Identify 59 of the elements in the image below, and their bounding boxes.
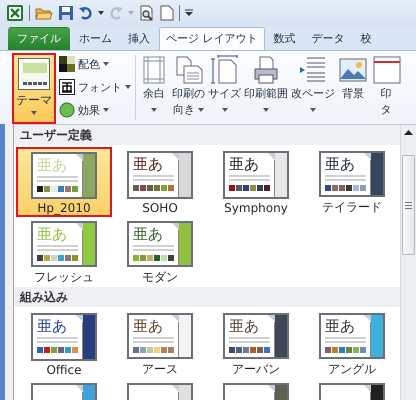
fonts-button[interactable]: フォント xyxy=(57,76,133,98)
theme-item[interactable]: 亜あ アングル xyxy=(304,309,400,379)
print-area-button[interactable]: 印刷範囲 xyxy=(243,51,289,124)
ribbon-tab[interactable]: 校 xyxy=(354,27,378,50)
theme-preview: 亜あ xyxy=(223,151,289,199)
document-icon[interactable] xyxy=(160,5,174,21)
theme-item[interactable]: 亜あ フレッシュ xyxy=(16,217,112,287)
theme-item[interactable]: 亜あ アース xyxy=(112,309,208,379)
scrollbar[interactable] xyxy=(400,125,416,400)
caret-icon xyxy=(103,62,109,66)
theme-preview: 亜あ xyxy=(223,313,289,359)
background-button[interactable]: 背景 xyxy=(337,51,369,124)
caret-icon xyxy=(103,108,109,112)
size-icon xyxy=(210,55,240,85)
ribbon-tab[interactable]: ページ レイアウト xyxy=(159,27,264,50)
orientation-icon xyxy=(174,55,204,85)
save-icon[interactable] xyxy=(58,5,74,21)
caret-icon xyxy=(31,111,37,115)
theme-item[interactable]: 亜あ Hp_2010 xyxy=(16,147,112,217)
effects-button[interactable]: 効果 xyxy=(57,99,133,121)
themes-button[interactable]: テーマ xyxy=(12,53,56,124)
theme-preview: 亜あ xyxy=(319,313,385,359)
ribbon-tab[interactable]: 挿入 xyxy=(121,27,157,50)
orientation-button[interactable]: 印刷の 向き xyxy=(171,51,206,124)
ribbon-tab[interactable]: 数式 xyxy=(266,27,302,50)
caret-icon[interactable] xyxy=(98,11,104,15)
font-glyph-icon xyxy=(59,79,75,95)
theme-thumbnail-icon xyxy=(18,58,50,90)
section-header: ユーザー定義 xyxy=(14,125,400,145)
theme-item[interactable]: 亜あ Symphony xyxy=(208,147,304,217)
titles-button[interactable]: 印 タ xyxy=(370,51,402,124)
customize-toolbar-icon[interactable] xyxy=(185,9,193,17)
margins-button[interactable]: 余白 xyxy=(138,51,170,124)
section-header: 組み込み xyxy=(14,287,400,307)
undo-icon[interactable] xyxy=(79,6,93,20)
theme-preview: 亜あ xyxy=(31,221,97,267)
caret-icon xyxy=(125,85,131,89)
spreadsheet-logo-icon[interactable] xyxy=(6,4,24,22)
ribbon-tab[interactable]: ファイル xyxy=(8,27,70,50)
theme-item[interactable]: 亜あ SOHO xyxy=(112,147,208,217)
print-preview-icon[interactable] xyxy=(139,5,155,21)
ribbon-tab[interactable]: データ xyxy=(304,27,352,50)
theme-preview: 亜あ xyxy=(127,221,193,267)
titles-icon xyxy=(371,55,401,85)
theme-item[interactable]: 亜あ テイラード xyxy=(304,147,400,217)
theme-item[interactable]: 亜あ アーバン xyxy=(208,309,304,379)
theme-item[interactable]: 亜あ モダン xyxy=(112,217,208,287)
theme-item[interactable]: 亜あ Office xyxy=(16,309,112,379)
ribbon-tab[interactable]: ホーム xyxy=(72,27,119,50)
circle-icon xyxy=(59,102,75,118)
size-button[interactable]: サイズ xyxy=(207,51,242,124)
theme-preview: 亜あ xyxy=(31,313,97,361)
theme-preview: 亜あ xyxy=(127,313,193,359)
theme-preview: 亜あ xyxy=(31,152,97,199)
colors-button[interactable]: 配色 xyxy=(57,53,133,75)
breaks-button[interactable]: 改ページ xyxy=(290,51,336,124)
theme-preview: 亜あ xyxy=(319,151,385,197)
theme-preview: 亜あ xyxy=(127,151,193,199)
color-squares-icon xyxy=(59,56,75,72)
